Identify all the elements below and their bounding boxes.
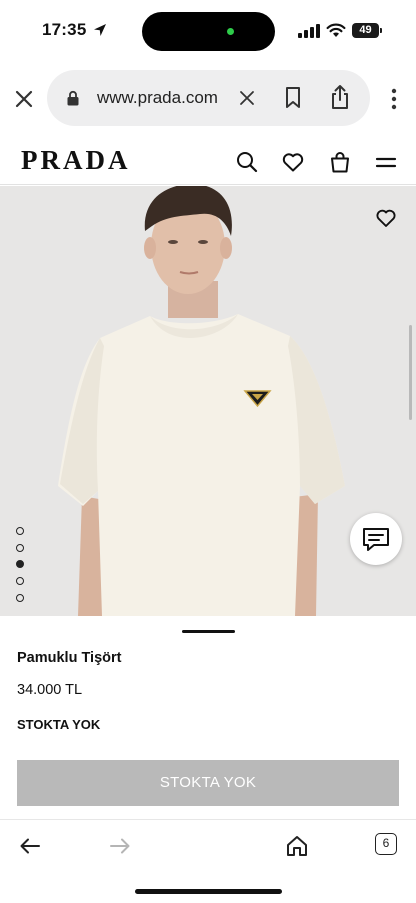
search-icon[interactable] bbox=[235, 150, 259, 174]
favorite-heart-icon[interactable] bbox=[375, 207, 397, 229]
forward-arrow-icon[interactable] bbox=[108, 834, 132, 858]
home-icon[interactable] bbox=[285, 834, 309, 858]
pagination-dot[interactable] bbox=[16, 543, 24, 552]
site-header: PRADA bbox=[0, 137, 416, 185]
battery-level: 49 bbox=[359, 24, 372, 36]
sheet-handle[interactable] bbox=[182, 630, 235, 633]
image-pagination bbox=[16, 527, 26, 610]
share-icon[interactable] bbox=[329, 84, 351, 110]
url-text: www.prada.com bbox=[97, 88, 218, 107]
clear-url-icon[interactable] bbox=[237, 88, 257, 108]
pagination-dot-active[interactable] bbox=[16, 560, 24, 569]
shopping-bag-icon[interactable] bbox=[328, 150, 352, 174]
cellular-signal-icon bbox=[298, 24, 320, 38]
wishlist-heart-icon[interactable] bbox=[281, 150, 305, 174]
url-field[interactable]: www.prada.com bbox=[47, 70, 370, 126]
status-bar: 17:35 49 bbox=[0, 0, 416, 62]
status-time: 17:35 bbox=[42, 20, 87, 39]
chat-icon bbox=[363, 528, 389, 551]
product-price: 34.000 TL bbox=[17, 682, 83, 698]
camera-indicator-dot bbox=[227, 28, 234, 35]
out-of-stock-button[interactable]: STOKTA YOK bbox=[17, 760, 399, 806]
battery-indicator: 49 bbox=[352, 23, 382, 38]
tabs-count-button[interactable]: 6 bbox=[375, 833, 397, 855]
product-name: Pamuklu Tişört bbox=[17, 650, 122, 666]
more-options-icon[interactable] bbox=[384, 88, 404, 110]
dynamic-island bbox=[142, 12, 275, 51]
home-indicator bbox=[135, 889, 282, 894]
lock-icon bbox=[67, 90, 79, 106]
stock-status: STOKTA YOK bbox=[17, 717, 101, 732]
close-icon[interactable] bbox=[12, 87, 36, 111]
browser-address-bar: www.prada.com bbox=[0, 70, 416, 128]
location-arrow-icon bbox=[94, 24, 106, 36]
menu-icon[interactable] bbox=[374, 150, 398, 174]
scrollbar-thumb[interactable] bbox=[409, 325, 412, 420]
pagination-dot[interactable] bbox=[16, 577, 24, 586]
pagination-dot[interactable] bbox=[16, 593, 24, 602]
bookmark-icon[interactable] bbox=[284, 86, 302, 110]
pagination-dot[interactable] bbox=[16, 527, 24, 535]
wifi-icon bbox=[326, 23, 346, 37]
prada-logo[interactable]: PRADA bbox=[21, 145, 131, 176]
back-arrow-icon[interactable] bbox=[18, 834, 42, 858]
chat-button[interactable] bbox=[350, 513, 402, 565]
